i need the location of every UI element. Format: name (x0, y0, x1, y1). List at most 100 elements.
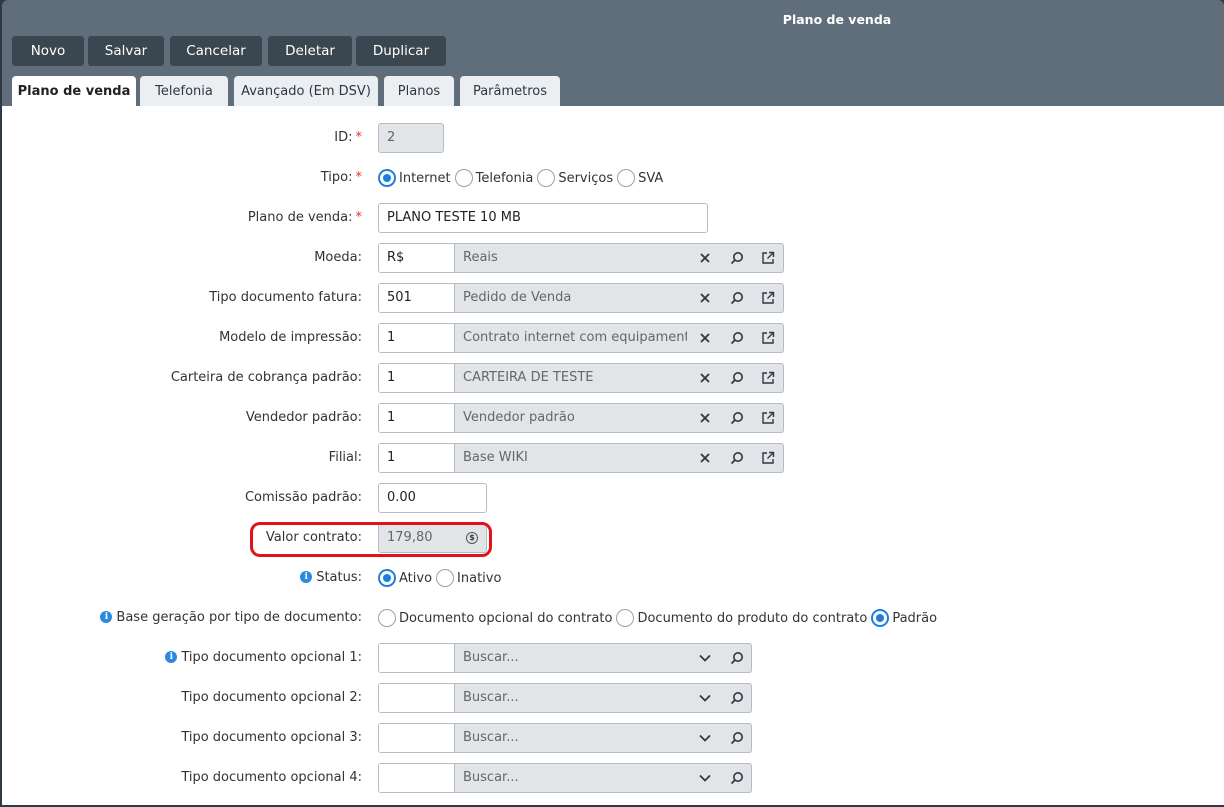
carteira-cobranca-code-input[interactable]: 1 (379, 364, 455, 392)
chevron-down-icon[interactable] (693, 684, 717, 712)
radio-circle (436, 569, 455, 587)
base-radio-padrao[interactable]: Padrão (871, 609, 937, 627)
plano-label: Plano de venda: * (248, 203, 362, 233)
tipo-doc-opcional-1-code-input[interactable] (379, 644, 455, 672)
id-label-text: ID: (334, 130, 353, 145)
tipo-doc-opcional-2-code-input[interactable] (379, 684, 455, 712)
open-external-icon[interactable] (756, 444, 780, 472)
comissao-label: Comissão padrão: (244, 490, 362, 505)
search-placeholder[interactable]: Buscar... (463, 724, 683, 752)
highlight-annotation (250, 522, 492, 557)
required-marker: * (355, 210, 363, 225)
info-icon[interactable]: i (300, 570, 313, 583)
id-label: ID: * (334, 123, 362, 153)
vendedor-lookup: 1 Vendedor padrão (378, 403, 784, 433)
novo-button[interactable]: Novo (12, 36, 84, 66)
row-tipo-doc-opcional-3: Tipo documento opcional 3: Buscar... (2, 723, 1224, 753)
radio-circle (454, 169, 473, 187)
tipo-doc-opcional-2-label: Tipo documento opcional 2: (181, 690, 362, 705)
status-radio-ativo[interactable]: Ativo (378, 569, 432, 587)
row-status: i Status: Ativo Inativo (2, 563, 1224, 593)
search-icon[interactable] (725, 404, 749, 432)
clear-icon[interactable] (693, 404, 717, 432)
filial-code-input[interactable]: 1 (379, 444, 455, 472)
row-valor-contrato: Valor contrato: 179,80 $ (2, 523, 1224, 553)
plano-de-venda-window: Plano de venda Novo Salvar Cancelar Dele… (2, 0, 1224, 805)
tipo-doc-opcional-3-select: Buscar... (378, 723, 752, 753)
search-icon[interactable] (725, 644, 749, 672)
filial-label: Filial: (328, 450, 362, 465)
open-external-icon[interactable] (756, 324, 780, 352)
clear-icon[interactable] (693, 444, 717, 472)
search-placeholder[interactable]: Buscar... (463, 684, 683, 712)
open-external-icon[interactable] (756, 284, 780, 312)
modelo-impressao-description: Contrato internet com equipament... (463, 330, 687, 345)
info-icon[interactable]: i (100, 610, 113, 623)
window-title: Plano de venda (782, 12, 892, 27)
radio-circle (617, 169, 636, 187)
clear-icon[interactable] (693, 324, 717, 352)
search-placeholder[interactable]: Buscar... (463, 644, 683, 672)
row-tipo-doc-opcional-2: Tipo documento opcional 2: Buscar... (2, 683, 1224, 713)
tipo-doc-opcional-1-label-text: Tipo documento opcional 1: (181, 650, 362, 665)
row-plano: Plano de venda: * PLANO TESTE 10 MB (2, 203, 1224, 233)
radio-circle (871, 609, 890, 627)
base-radio-opcional-contrato[interactable]: Documento opcional do contrato (378, 609, 612, 627)
tab-telefonia[interactable]: Telefonia (140, 76, 228, 106)
chevron-down-icon[interactable] (693, 644, 717, 672)
carteira-cobranca-lookup: 1 CARTEIRA DE TESTE (378, 363, 784, 393)
moeda-code-input[interactable]: R$ (379, 244, 455, 272)
tipo-doc-opcional-4-label: Tipo documento opcional 4: (181, 770, 362, 785)
search-placeholder[interactable]: Buscar... (463, 764, 683, 792)
chevron-down-icon[interactable] (693, 764, 717, 792)
clear-icon[interactable] (693, 244, 717, 272)
row-base-geracao: i Base geração por tipo de documento: Doc… (2, 603, 1224, 633)
tab-planos[interactable]: Planos (384, 76, 454, 106)
base-radio-produto-contrato[interactable]: Documento do produto do contrato (616, 609, 867, 627)
search-icon[interactable] (725, 444, 749, 472)
tipo-radio-sva[interactable]: SVA (617, 169, 663, 187)
tipo-radio-servicos[interactable]: Serviços (537, 169, 613, 187)
tipo-documento-fatura-code-input[interactable]: 501 (379, 284, 455, 312)
salvar-button[interactable]: Salvar (88, 36, 164, 66)
search-icon[interactable] (725, 684, 749, 712)
modelo-impressao-code-input[interactable]: 1 (379, 324, 455, 352)
status-radio-inativo[interactable]: Inativo (436, 569, 501, 587)
search-icon[interactable] (725, 364, 749, 392)
open-external-icon[interactable] (756, 364, 780, 392)
radio-label: Padrão (892, 610, 938, 626)
id-field[interactable]: 2 (378, 123, 444, 153)
tab-plano-de-venda[interactable]: Plano de venda (12, 76, 136, 106)
vendedor-code-input[interactable]: 1 (379, 404, 455, 432)
search-icon[interactable] (725, 764, 749, 792)
deletar-button[interactable]: Deletar (268, 36, 352, 66)
search-icon[interactable] (725, 244, 749, 272)
search-icon[interactable] (725, 724, 749, 752)
row-modelo-impressao: Modelo de impressão: 1 Contrato internet… (2, 323, 1224, 353)
tipo-doc-opcional-3-code-input[interactable] (379, 724, 455, 752)
clear-icon[interactable] (693, 284, 717, 312)
comissao-input[interactable]: 0.00 (378, 483, 487, 513)
info-icon[interactable]: i (165, 650, 178, 663)
radio-circle (378, 169, 396, 187)
chevron-down-icon[interactable] (693, 724, 717, 752)
status-label: i Status: (300, 563, 362, 593)
tipo-doc-opcional-4-code-input[interactable] (379, 764, 455, 792)
open-external-icon[interactable] (756, 244, 780, 272)
tipo-radio-internet[interactable]: Internet (378, 169, 451, 187)
carteira-cobranca-description: CARTEIRA DE TESTE (463, 370, 594, 385)
row-comissao: Comissão padrão: 0.00 (2, 483, 1224, 513)
tab-parametros[interactable]: Parâmetros (460, 76, 560, 106)
clear-icon[interactable] (693, 364, 717, 392)
plano-de-venda-input[interactable]: PLANO TESTE 10 MB (378, 203, 708, 233)
search-icon[interactable] (725, 284, 749, 312)
cancelar-button[interactable]: Cancelar (170, 36, 262, 66)
tipo-doc-opcional-1-label: i Tipo documento opcional 1: (165, 643, 362, 673)
search-icon[interactable] (725, 324, 749, 352)
tipo-radio-telefonia[interactable]: Telefonia (454, 169, 533, 187)
plano-label-text: Plano de venda: (247, 210, 353, 225)
tab-avancado[interactable]: Avançado (Em DSV) (234, 76, 378, 106)
duplicar-button[interactable]: Duplicar (356, 36, 446, 66)
open-external-icon[interactable] (756, 404, 780, 432)
tipo-doc-opcional-2-select: Buscar... (378, 683, 752, 713)
